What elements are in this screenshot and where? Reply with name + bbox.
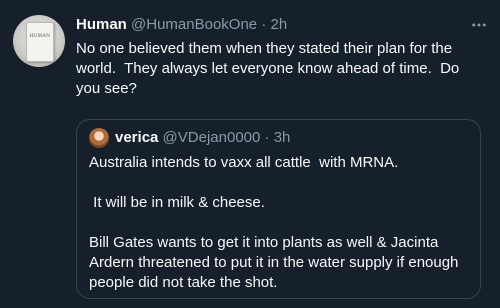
more-options-button[interactable] [469,15,489,35]
author-handle[interactable]: @HumanBookOne [131,16,257,33]
book-cover-title: HUMAN [29,34,51,39]
quoted-author-avatar [89,128,109,148]
tweet-timestamp[interactable]: 2h [270,16,287,33]
quoted-author-handle: @VDejan0000 [162,129,261,146]
quoted-tweet-timestamp: 3h [273,129,291,146]
more-horizontal-icon [472,23,486,27]
tweet-text: No one believed them when they stated th… [76,40,464,97]
quoted-tweet-card[interactable]: verica @VDejan0000 · 3h Australia intend… [76,119,481,299]
book-cover-image: HUMAN [26,22,54,62]
header-separator: · [261,16,267,33]
author-avatar[interactable]: HUMAN [13,15,65,67]
tweet-header: Human @HumanBookOne · 2h [76,15,460,35]
quoted-tweet-header: verica @VDejan0000 · 3h [115,128,470,148]
quoted-author-name: verica [115,129,159,146]
author-name[interactable]: Human [76,16,127,33]
quoted-header-separator: · [264,129,270,146]
quoted-tweet-text: Australia intends to vaxx all cattle wit… [89,154,459,291]
